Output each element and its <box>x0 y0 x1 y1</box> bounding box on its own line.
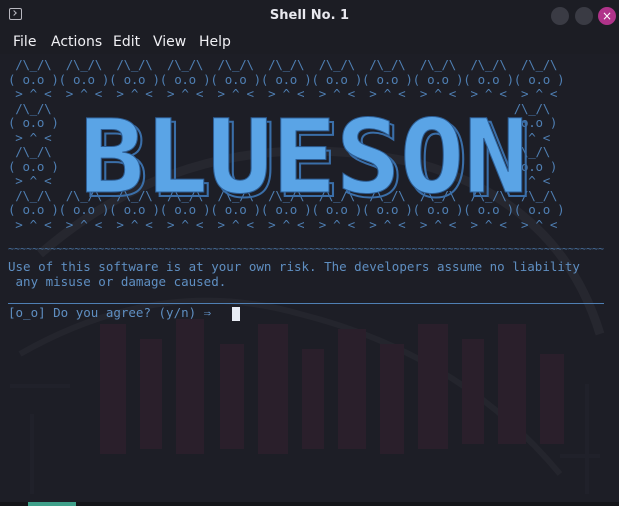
separator-line: ~~~~~~~~~~~~~~~~~~~~~~~~~~~~~~~~~~~~~~~~… <box>8 245 604 255</box>
menu-bar: File Actions Edit View Help <box>0 32 619 54</box>
window-title: Shell No. 1 <box>269 8 350 23</box>
text-cursor[interactable] <box>232 307 240 321</box>
menu-help[interactable]: Help <box>199 34 231 50</box>
menu-edit[interactable]: Edit <box>113 34 140 50</box>
menu-file[interactable]: File <box>13 34 36 50</box>
title-bar: Shell No. 1 × <box>0 0 619 32</box>
terminal-area[interactable]: /\_/\ /\_/\ /\_/\ /\_/\ /\_/\ /\_/\ /\_/… <box>0 54 619 506</box>
taskbar-strip <box>0 502 619 506</box>
blueson-logo: BLUESON BLUESON <box>80 102 534 202</box>
close-button[interactable]: × <box>598 7 616 25</box>
active-task-indicator <box>28 502 76 506</box>
menu-view[interactable]: View <box>153 34 186 50</box>
agree-prompt: [o_o] Do you agree? (y/n) ⇒ <box>8 305 219 320</box>
logo-text: BLUESON <box>80 102 528 202</box>
divider <box>8 303 604 304</box>
disclaimer-text: Use of this software is at your own risk… <box>8 259 580 289</box>
minimize-button[interactable] <box>551 7 569 25</box>
maximize-button[interactable] <box>575 7 593 25</box>
menu-actions[interactable]: Actions <box>51 34 102 50</box>
